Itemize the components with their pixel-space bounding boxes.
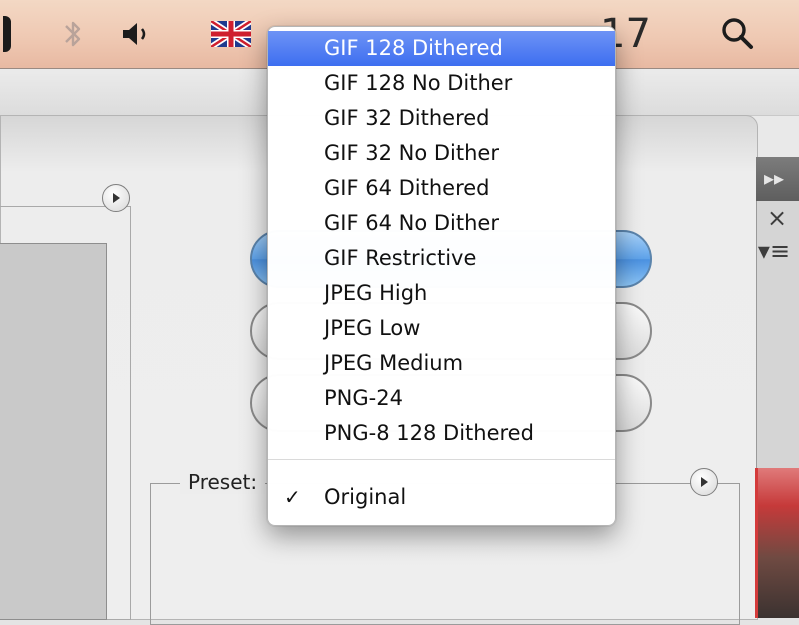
menu-item-gif-128-no-dither[interactable]: GIF 128 No Dither [268,66,615,101]
preview-options-button[interactable] [102,184,130,212]
menu-item-gif-32-no-dither[interactable]: GIF 32 No Dither [268,136,615,171]
expand-arrows-icon[interactable]: ▸▸ [764,166,784,190]
play-arrow-icon [701,477,708,487]
spotlight-search-icon[interactable] [708,10,768,58]
bluetooth-icon[interactable] [56,10,90,58]
image-thumbnail [755,468,799,618]
menu-item-gif-32-dithered[interactable]: GIF 32 Dithered [268,101,615,136]
menu-item-gif-64-no-dither[interactable]: GIF 64 No Dither [268,206,615,241]
menu-item-png-8-128-dithered[interactable]: PNG-8 128 Dithered [268,416,615,451]
close-icon[interactable]: × [762,204,792,232]
checkmark-icon: ✓ [284,485,301,509]
menu-item-gif-128-dithered[interactable]: GIF 128 Dithered [268,31,615,66]
panel-menu-icon[interactable]: ▾≡ [754,236,794,266]
menu-item-gif-restrictive[interactable]: GIF Restrictive [268,241,615,276]
menubar-edge-item[interactable] [0,10,14,58]
menu-item-jpeg-high[interactable]: JPEG High [268,276,615,311]
preset-label: Preset: [180,470,266,494]
menu-item-jpeg-medium[interactable]: JPEG Medium [268,346,615,381]
menu-item-png-24[interactable]: PNG-24 [268,381,615,416]
preset-popup-menu: GIF 128 Dithered GIF 128 No Dither GIF 3… [267,26,616,526]
play-arrow-icon [113,193,120,203]
volume-icon[interactable] [116,10,160,58]
image-preview-area [0,243,107,620]
uk-flag-icon[interactable] [203,10,259,58]
menu-item-original[interactable]: ✓ Original [268,480,615,515]
menu-item-original-label: Original [324,485,407,509]
menu-item-gif-64-dithered[interactable]: GIF 64 Dithered [268,171,615,206]
menu-separator [268,459,615,460]
preset-options-button[interactable] [690,468,718,496]
menu-item-jpeg-low[interactable]: JPEG Low [268,311,615,346]
